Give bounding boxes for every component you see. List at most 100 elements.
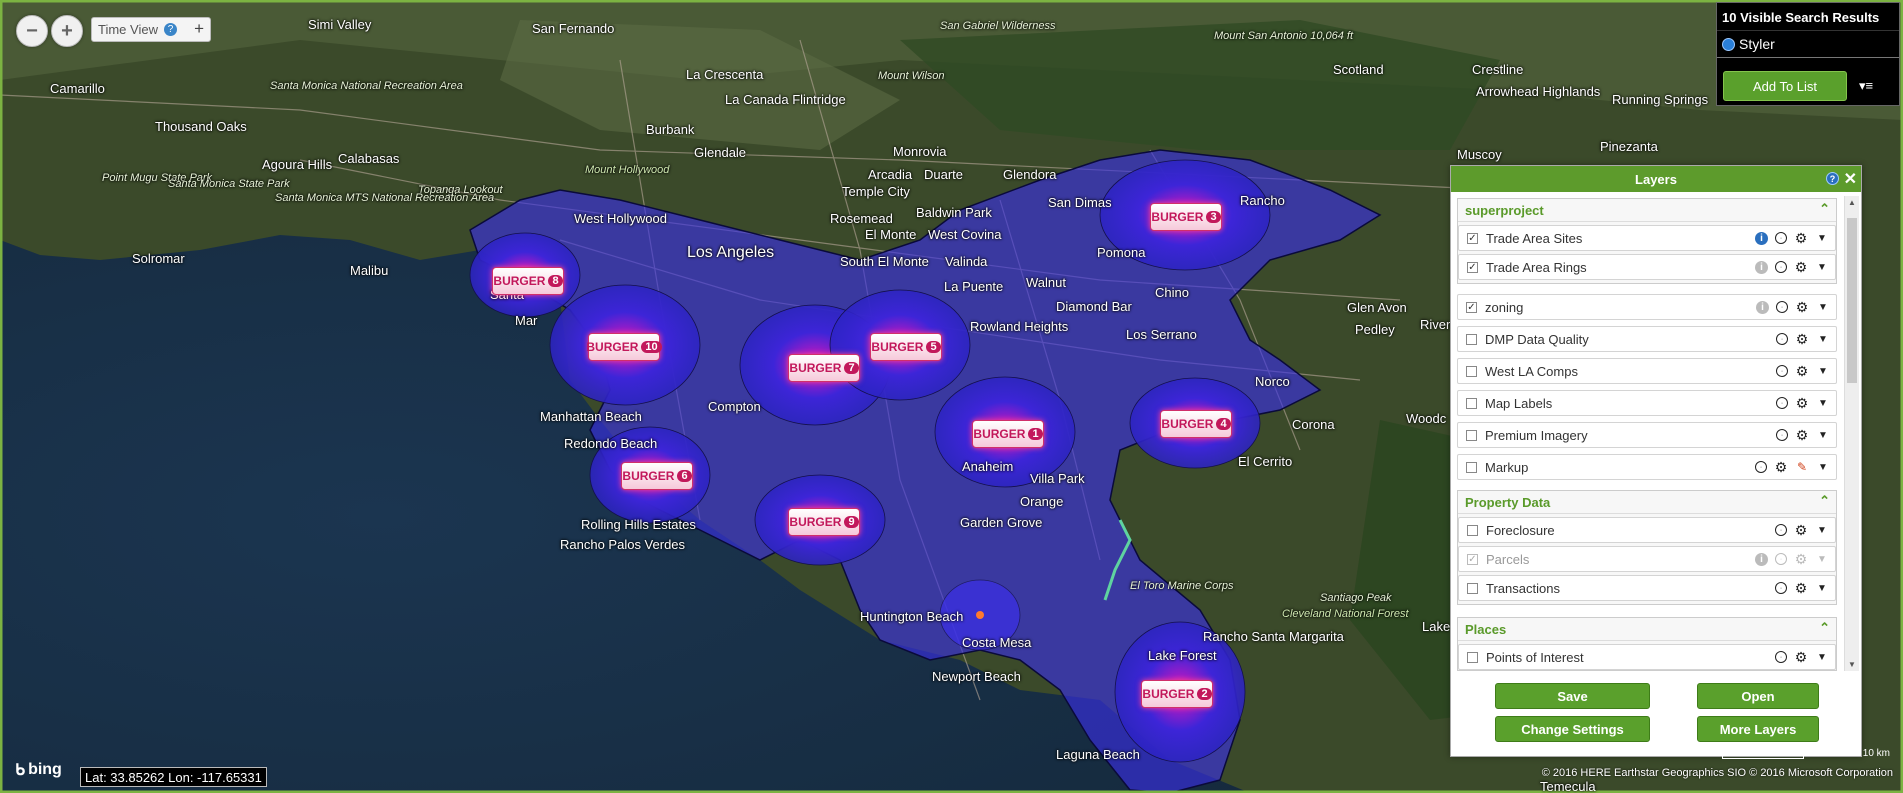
list-menu-icon[interactable]: ▾≡: [1859, 78, 1873, 94]
layer-row-points-of-interest[interactable]: Points of Interest · ⚙ ▼: [1458, 644, 1836, 670]
site-marker[interactable]: BURGER 8: [492, 267, 564, 295]
map-label: Santa Monica National Recreation Area: [270, 80, 463, 92]
gear-icon[interactable]: ⚙: [1794, 522, 1808, 538]
help-icon[interactable]: ?: [1826, 172, 1839, 185]
layer-row-markup[interactable]: Markup · ⚙ ✎ ▼: [1457, 454, 1837, 480]
layer-row-trade-area-sites[interactable]: ✓ Trade Area Sites i · ⚙ ▼: [1458, 225, 1836, 251]
layer-checkbox[interactable]: [1467, 582, 1478, 594]
gear-icon[interactable]: ⚙: [1795, 395, 1809, 411]
close-icon[interactable]: ✕: [1844, 169, 1857, 189]
chevron-up-icon[interactable]: ⌃: [1819, 201, 1830, 217]
layer-checkbox[interactable]: [1466, 397, 1477, 409]
layer-checkbox[interactable]: ✓: [1467, 232, 1478, 244]
clock-icon[interactable]: ·: [1775, 232, 1787, 244]
info-icon[interactable]: i: [1755, 260, 1768, 274]
change-settings-button[interactable]: Change Settings: [1495, 716, 1650, 742]
add-to-list-button[interactable]: Add To List: [1723, 71, 1847, 101]
clock-icon[interactable]: ·: [1776, 333, 1788, 345]
clock-icon[interactable]: ·: [1776, 365, 1788, 377]
site-marker[interactable]: BURGER 6: [621, 462, 693, 490]
chevron-up-icon[interactable]: ⌃: [1819, 493, 1830, 509]
map-label: Lake: [1422, 619, 1451, 634]
layer-row-trade-area-rings[interactable]: ✓ Trade Area Rings i · ⚙ ▼: [1458, 254, 1836, 280]
dropdown-icon[interactable]: ▼: [1816, 460, 1830, 474]
scrollbar-thumb[interactable]: [1847, 218, 1857, 383]
site-marker[interactable]: BURGER 5: [870, 333, 942, 361]
gear-icon[interactable]: ⚙: [1795, 331, 1809, 347]
open-button[interactable]: Open: [1697, 683, 1819, 709]
map-label: Arrowhead Highlands: [1476, 84, 1601, 99]
layer-row-premium-imagery[interactable]: Premium Imagery · ⚙ ▼: [1457, 422, 1837, 448]
gear-icon[interactable]: ⚙: [1795, 363, 1809, 379]
layer-row-map-labels[interactable]: Map Labels · ⚙ ▼: [1457, 390, 1837, 416]
layer-group-header[interactable]: Places ⌃: [1458, 618, 1836, 641]
gear-icon[interactable]: ⚙: [1795, 427, 1809, 443]
gear-icon[interactable]: ⚙: [1794, 230, 1808, 246]
gear-icon[interactable]: ⚙: [1795, 299, 1809, 315]
more-layers-button[interactable]: More Layers: [1697, 716, 1819, 742]
layer-label: Premium Imagery: [1485, 427, 1588, 443]
layer-row-foreclosure[interactable]: Foreclosure · ⚙ ▼: [1458, 517, 1836, 543]
layer-checkbox[interactable]: [1467, 651, 1478, 663]
site-marker[interactable]: BURGER 3: [1150, 203, 1222, 231]
site-marker[interactable]: BURGER 2: [1141, 680, 1213, 708]
dropdown-icon[interactable]: ▼: [1816, 428, 1830, 442]
dropdown-icon[interactable]: ▼: [1816, 300, 1830, 314]
layer-checkbox[interactable]: [1466, 461, 1477, 473]
layer-row-transactions[interactable]: Transactions · ⚙ ▼: [1458, 575, 1836, 601]
gear-icon[interactable]: ⚙: [1794, 580, 1808, 596]
gear-icon[interactable]: ⚙: [1794, 259, 1808, 275]
layer-checkbox[interactable]: [1466, 429, 1477, 441]
layer-checkbox[interactable]: [1466, 333, 1477, 345]
site-marker[interactable]: BURGER 10: [586, 333, 662, 361]
map-label: San Fernando: [532, 21, 615, 36]
layers-list[interactable]: superproject ⌃ ✓ Trade Area Sites i · ⚙ ▼ ✓ …: [1451, 192, 1843, 677]
add-time-view-button[interactable]: +: [194, 19, 204, 39]
chevron-up-icon[interactable]: ⌃: [1819, 620, 1830, 636]
zoom-in-button[interactable]: +: [51, 15, 83, 47]
gear-icon[interactable]: ⚙: [1794, 649, 1808, 665]
clock-icon[interactable]: ·: [1775, 524, 1787, 536]
site-marker[interactable]: BURGER 7: [788, 354, 860, 382]
scroll-down-icon[interactable]: ▼: [1848, 660, 1856, 669]
dropdown-icon[interactable]: ▼: [1815, 523, 1829, 537]
clock-icon[interactable]: ·: [1775, 651, 1787, 663]
dropdown-icon[interactable]: ▼: [1816, 364, 1830, 378]
clock-icon[interactable]: ·: [1775, 261, 1787, 273]
clock-icon[interactable]: ·: [1776, 397, 1788, 409]
info-icon[interactable]: i: [1756, 300, 1769, 314]
save-button[interactable]: Save: [1495, 683, 1650, 709]
clock-icon[interactable]: ·: [1755, 461, 1767, 473]
dropdown-icon[interactable]: ▼: [1815, 650, 1829, 664]
dropdown-icon[interactable]: ▼: [1815, 260, 1829, 274]
dropdown-icon[interactable]: ▼: [1816, 332, 1830, 346]
help-icon[interactable]: ?: [163, 23, 177, 36]
dropdown-icon[interactable]: ▼: [1815, 581, 1829, 595]
clock-icon[interactable]: ·: [1776, 301, 1788, 313]
site-marker[interactable]: BURGER 4: [1160, 410, 1232, 438]
scale-label: 10 km: [1862, 748, 1890, 759]
time-view-control[interactable]: Time View ? +: [91, 17, 211, 42]
layer-group-header[interactable]: superproject ⌃: [1458, 199, 1836, 222]
clock-icon[interactable]: ·: [1776, 429, 1788, 441]
layer-checkbox[interactable]: ✓: [1466, 301, 1477, 313]
layer-checkbox[interactable]: [1466, 365, 1477, 377]
layer-row-zoning[interactable]: ✓ zoning i · ⚙ ▼: [1457, 294, 1837, 320]
layer-checkbox[interactable]: ✓: [1467, 261, 1478, 273]
scroll-up-icon[interactable]: ▲: [1848, 198, 1856, 207]
layer-group-header[interactable]: Property Data ⌃: [1458, 491, 1836, 514]
layer-row-dmp-data-quality[interactable]: DMP Data Quality · ⚙ ▼: [1457, 326, 1837, 352]
pencil-icon[interactable]: ✎: [1795, 460, 1809, 474]
layer-checkbox[interactable]: [1467, 524, 1478, 536]
dropdown-icon[interactable]: ▼: [1815, 231, 1829, 245]
clock-icon[interactable]: ·: [1775, 582, 1787, 594]
info-icon[interactable]: i: [1755, 231, 1768, 245]
dropdown-icon[interactable]: ▼: [1816, 396, 1830, 410]
site-marker[interactable]: BURGER 9: [788, 508, 860, 536]
gear-icon[interactable]: ⚙: [1774, 459, 1788, 475]
zoom-out-button[interactable]: −: [16, 15, 48, 47]
layer-row-west-la-comps[interactable]: West LA Comps · ⚙ ▼: [1457, 358, 1837, 384]
site-marker[interactable]: BURGER 1: [972, 420, 1044, 448]
styler-toggle[interactable]: Styler: [1717, 30, 1899, 58]
layers-scrollbar[interactable]: ▲ ▼: [1844, 196, 1859, 671]
